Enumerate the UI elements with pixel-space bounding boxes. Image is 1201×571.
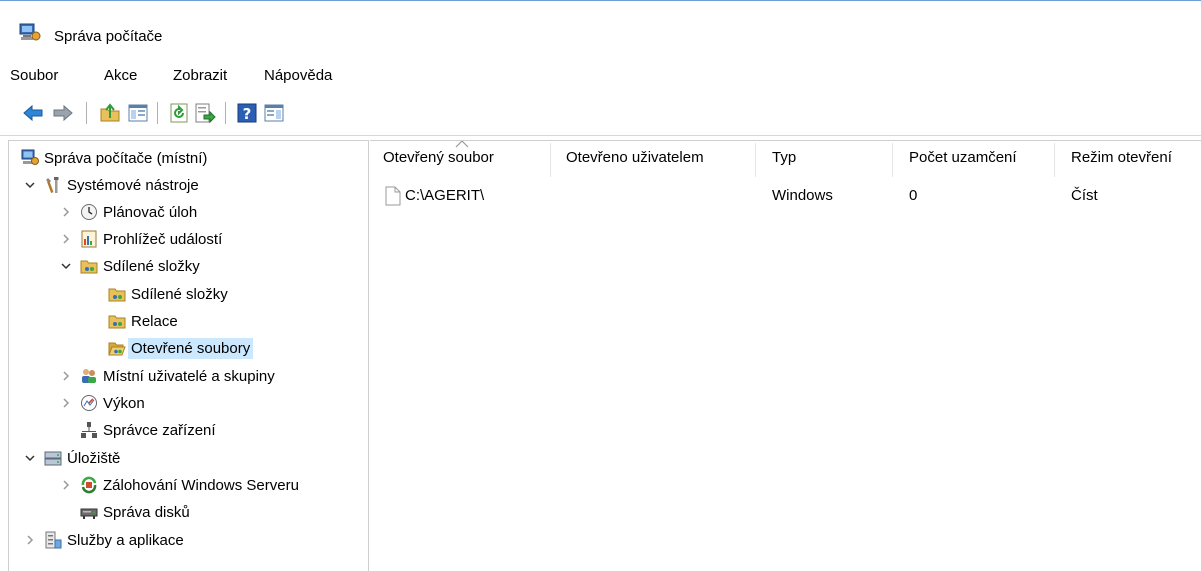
show-hide-action-pane-icon[interactable] [263, 102, 285, 124]
disk-management-icon [80, 508, 98, 519]
open-files-list[interactable]: Otevřený soubor Otevřeno uživatelem Typ … [370, 140, 1201, 571]
chevron-right-icon[interactable] [23, 533, 37, 547]
cell-lock-count: 0 [909, 187, 918, 204]
column-header-lock-count[interactable]: Počet uzamčení [909, 149, 1017, 175]
up-folder-icon[interactable] [99, 102, 121, 124]
tree-item-task-scheduler[interactable]: Plánovač úloh [9, 199, 368, 225]
chevron-down-icon[interactable] [23, 178, 37, 192]
toolbar: ? [0, 90, 1201, 136]
chevron-right-icon[interactable] [59, 369, 73, 383]
tree-item-services[interactable]: Služby a aplikace [9, 527, 368, 553]
users-icon [82, 369, 96, 383]
backup-icon [81, 476, 97, 494]
show-hide-tree-icon[interactable] [127, 102, 149, 124]
menu-action[interactable]: Akce [104, 67, 137, 84]
tree-item-backup[interactable]: Zálohování Windows Serveru [9, 472, 368, 498]
column-separator[interactable] [892, 143, 893, 177]
svg-text:?: ? [243, 105, 252, 123]
menu-file[interactable]: Soubor [10, 67, 58, 84]
computer-management-icon [19, 23, 41, 41]
column-header-opened-by[interactable]: Otevřeno uživatelem [566, 149, 704, 175]
sort-up-icon [455, 141, 469, 148]
cell-open-mode: Číst [1071, 187, 1098, 204]
services-icon [45, 531, 62, 549]
forward-arrow-icon[interactable] [52, 102, 74, 124]
tree-item-system-tools[interactable]: Systémové nástroje [9, 172, 368, 198]
column-header-open-mode[interactable]: Režim otevření [1071, 149, 1172, 175]
console-tree[interactable]: Správa počítače (místní) Systémové nástr… [8, 140, 369, 571]
chevron-down-icon[interactable] [59, 259, 73, 273]
chevron-right-icon[interactable] [59, 396, 73, 410]
tree-item-storage[interactable]: Úložiště [9, 445, 368, 471]
chevron-right-icon[interactable] [59, 205, 73, 219]
open-folder-icon [108, 342, 126, 356]
tree-item-performance[interactable]: Výkon [9, 390, 368, 416]
file-icon [385, 186, 401, 206]
device-manager-icon [81, 422, 97, 438]
cell-type: Windows [772, 187, 833, 204]
column-header-open-file[interactable]: Otevřený soubor [383, 141, 494, 175]
window-title: Správa počítače [54, 28, 163, 45]
shared-folder-icon [80, 260, 98, 274]
column-separator[interactable] [1054, 143, 1055, 177]
tree-item-shares[interactable]: Sdílené složky [9, 281, 368, 307]
shared-folder-icon [108, 315, 126, 329]
tree-item-disk-management[interactable]: Správa disků [9, 499, 368, 525]
tree-item-device-manager[interactable]: Správce zařízení [9, 417, 368, 443]
menu-bar: Soubor Akce Zobrazit Nápověda [0, 58, 1201, 90]
column-header-type[interactable]: Typ [772, 149, 796, 175]
help-icon[interactable]: ? [236, 102, 258, 124]
menu-view[interactable]: Zobrazit [173, 67, 227, 84]
clock-icon [81, 204, 97, 220]
export-list-icon[interactable] [194, 102, 216, 124]
tools-icon [46, 177, 59, 193]
chevron-right-icon[interactable] [59, 232, 73, 246]
tree-item-local-users[interactable]: Místní uživatelé a skupiny [9, 363, 368, 389]
tree-item-root[interactable]: Správa počítače (místní) [9, 145, 368, 171]
tree-item-sessions[interactable]: Relace [9, 308, 368, 334]
toolbar-separator [225, 102, 226, 124]
chevron-right-icon[interactable] [59, 478, 73, 492]
toolbar-separator [86, 102, 87, 124]
title-bar: Správa počítače [0, 0, 1201, 58]
column-separator[interactable] [755, 143, 756, 177]
tree-item-event-viewer[interactable]: Prohlížeč událostí [9, 226, 368, 252]
shared-folder-icon [108, 288, 126, 302]
tree-item-open-files[interactable]: Otevřené soubory [9, 335, 368, 361]
back-arrow-icon[interactable] [22, 102, 44, 124]
column-separator[interactable] [550, 143, 551, 177]
computer-management-icon [21, 149, 39, 165]
event-viewer-icon [81, 230, 97, 248]
refresh-icon[interactable] [168, 102, 190, 124]
cell-open-file: C:\AGERIT\ [405, 187, 485, 204]
storage-icon [44, 451, 62, 466]
chevron-down-icon[interactable] [23, 451, 37, 465]
toolbar-separator [157, 102, 158, 124]
tree-item-shared-folders[interactable]: Sdílené složky [9, 253, 368, 279]
performance-icon [81, 395, 97, 411]
menu-help[interactable]: Nápověda [264, 67, 332, 84]
